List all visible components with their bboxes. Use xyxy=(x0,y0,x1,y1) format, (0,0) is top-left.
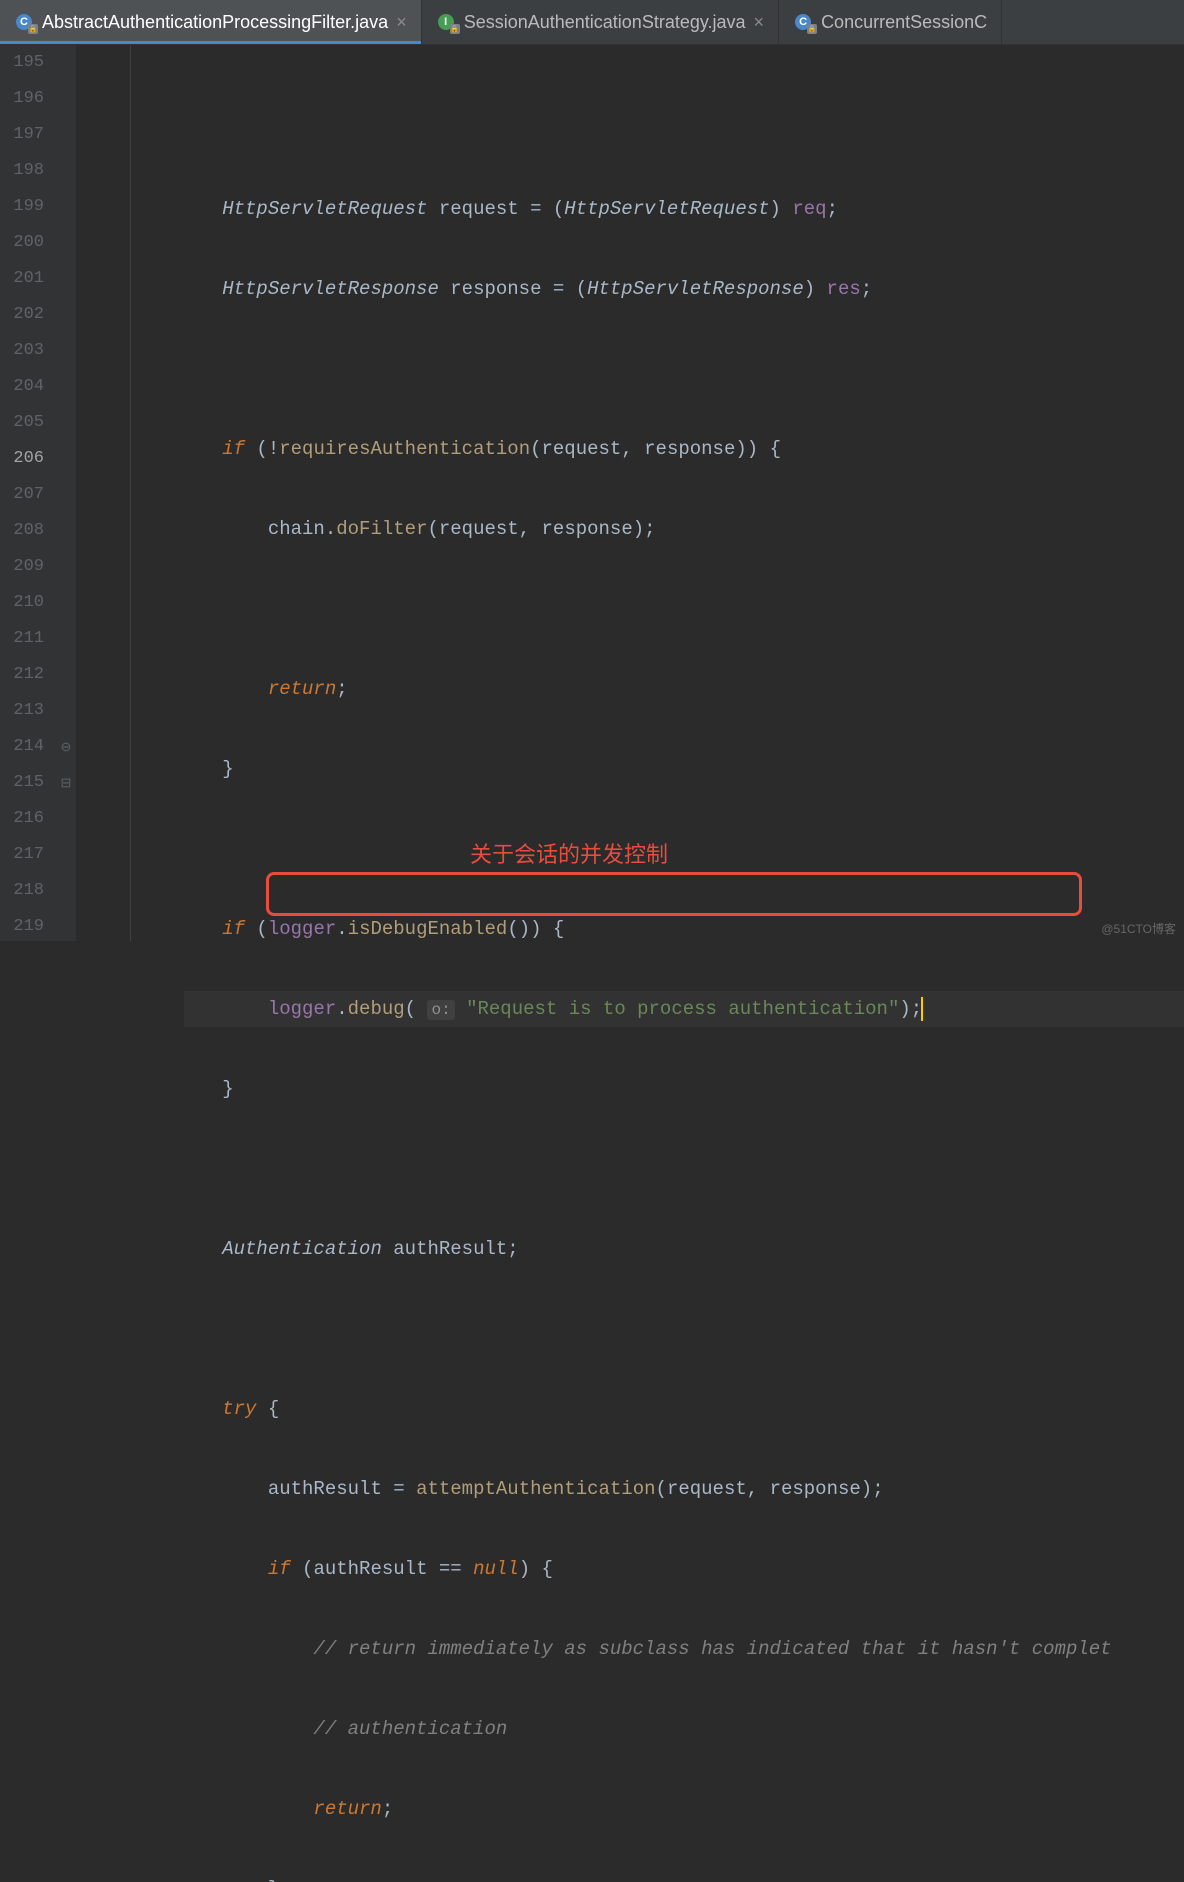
tab-label: ConcurrentSessionC xyxy=(821,12,987,33)
fold-marker xyxy=(56,333,76,369)
code-line[interactable]: if (!requiresAuthentication(request, res… xyxy=(184,431,1184,467)
annotation-box xyxy=(266,872,1082,916)
line-number: 198 xyxy=(0,153,44,189)
line-number: 200 xyxy=(0,225,44,261)
code-line[interactable]: if (logger.isDebugEnabled()) { xyxy=(184,911,1184,947)
tab-label: AbstractAuthenticationProcessingFilter.j… xyxy=(42,12,388,33)
line-number: 203 xyxy=(0,333,44,369)
class-icon: C 🔒 xyxy=(793,12,813,32)
fold-marker[interactable]: ⊟ xyxy=(56,765,76,801)
close-icon[interactable]: × xyxy=(754,13,765,31)
fold-marker xyxy=(56,873,76,909)
line-number: 206 xyxy=(0,441,44,477)
fold-marker xyxy=(56,117,76,153)
line-number: 209 xyxy=(0,549,44,585)
fold-marker xyxy=(56,297,76,333)
watermark: @51CTO博客 xyxy=(1101,920,1176,937)
fold-marker xyxy=(56,801,76,837)
tab-abstract-auth-filter[interactable]: C 🔒 AbstractAuthenticationProcessingFilt… xyxy=(0,0,422,44)
code-line[interactable] xyxy=(184,591,1184,627)
code-line[interactable]: // return immediately as subclass has in… xyxy=(184,1631,1184,1667)
line-number: 202 xyxy=(0,297,44,333)
fold-marker xyxy=(56,153,76,189)
code-line[interactable]: // authentication xyxy=(184,1711,1184,1747)
tab-label: SessionAuthenticationStrategy.java xyxy=(464,12,746,33)
fold-marker xyxy=(56,405,76,441)
fold-marker xyxy=(56,225,76,261)
fold-column: ⊖⊟ xyxy=(56,45,76,941)
line-number: 196 xyxy=(0,81,44,117)
fold-marker xyxy=(56,189,76,225)
fold-marker xyxy=(56,81,76,117)
code-line[interactable]: authResult = attemptAuthentication(reque… xyxy=(184,1471,1184,1507)
fold-marker xyxy=(56,837,76,873)
code-line[interactable] xyxy=(184,1151,1184,1187)
lock-icon: 🔒 xyxy=(450,24,460,34)
caret xyxy=(921,997,923,1021)
code-line[interactable]: HttpServletRequest request = (HttpServle… xyxy=(184,191,1184,227)
line-number: 218 xyxy=(0,873,44,909)
line-number: 210 xyxy=(0,585,44,621)
fold-marker xyxy=(56,513,76,549)
line-number: 208 xyxy=(0,513,44,549)
line-number: 195 xyxy=(0,45,44,81)
tab-session-auth-strategy[interactable]: I 🔒 SessionAuthenticationStrategy.java × xyxy=(422,0,779,44)
close-icon[interactable]: × xyxy=(396,13,407,31)
line-number: 213 xyxy=(0,693,44,729)
code-line[interactable] xyxy=(184,351,1184,387)
line-number: 214 xyxy=(0,729,44,765)
fold-marker xyxy=(56,621,76,657)
code-line[interactable]: try { xyxy=(184,1391,1184,1427)
fold-marker xyxy=(56,369,76,405)
line-number: 199 xyxy=(0,189,44,225)
lock-icon: 🔒 xyxy=(28,24,38,34)
line-number: 201 xyxy=(0,261,44,297)
line-number: 217 xyxy=(0,837,44,873)
fold-marker xyxy=(56,45,76,81)
fold-marker[interactable]: ⊖ xyxy=(56,729,76,765)
fold-marker xyxy=(56,549,76,585)
code-line[interactable]: Authentication authResult; xyxy=(184,1231,1184,1267)
line-number: 212 xyxy=(0,657,44,693)
editor-tabs: C 🔒 AbstractAuthenticationProcessingFilt… xyxy=(0,0,1184,45)
code-line[interactable] xyxy=(184,1311,1184,1347)
line-number: 205 xyxy=(0,405,44,441)
line-gutter: 1951961971981992002012022032042052062072… xyxy=(0,45,56,941)
line-number: 207 xyxy=(0,477,44,513)
fold-marker xyxy=(56,585,76,621)
code-line[interactable]: chain.doFilter(request, response); xyxy=(184,511,1184,547)
fold-marker xyxy=(56,261,76,297)
margin-column xyxy=(76,45,130,941)
editor[interactable]: 1951961971981992002012022032042052062072… xyxy=(0,45,1184,941)
fold-marker xyxy=(56,441,76,477)
indent-guide-column xyxy=(130,45,184,941)
fold-marker xyxy=(56,693,76,729)
code-line[interactable]: HttpServletResponse response = (HttpServ… xyxy=(184,271,1184,307)
line-number: 215 xyxy=(0,765,44,801)
line-number: 197 xyxy=(0,117,44,153)
code-line[interactable]: } xyxy=(184,1871,1184,1882)
class-icon: C 🔒 xyxy=(14,12,34,32)
line-number: 204 xyxy=(0,369,44,405)
fold-marker xyxy=(56,657,76,693)
fold-marker xyxy=(56,909,76,945)
code-area[interactable]: HttpServletRequest request = (HttpServle… xyxy=(184,45,1184,941)
code-line-current[interactable]: logger.debug( o: "Request is to process … xyxy=(184,991,1184,1027)
line-number: 219 xyxy=(0,909,44,945)
interface-icon: I 🔒 xyxy=(436,12,456,32)
code-line[interactable]: if (authResult == null) { xyxy=(184,1551,1184,1587)
lock-icon: 🔒 xyxy=(807,24,817,34)
line-number: 216 xyxy=(0,801,44,837)
code-line[interactable]: return; xyxy=(184,671,1184,707)
code-line[interactable] xyxy=(184,111,1184,147)
param-hint: o: xyxy=(427,1000,454,1020)
tab-concurrent-session[interactable]: C 🔒 ConcurrentSessionC xyxy=(779,0,1002,44)
code-line[interactable]: } xyxy=(184,1071,1184,1107)
code-line[interactable]: return; xyxy=(184,1791,1184,1827)
fold-marker xyxy=(56,477,76,513)
code-line[interactable]: } xyxy=(184,751,1184,787)
line-number: 211 xyxy=(0,621,44,657)
code-line[interactable] xyxy=(184,831,1184,867)
